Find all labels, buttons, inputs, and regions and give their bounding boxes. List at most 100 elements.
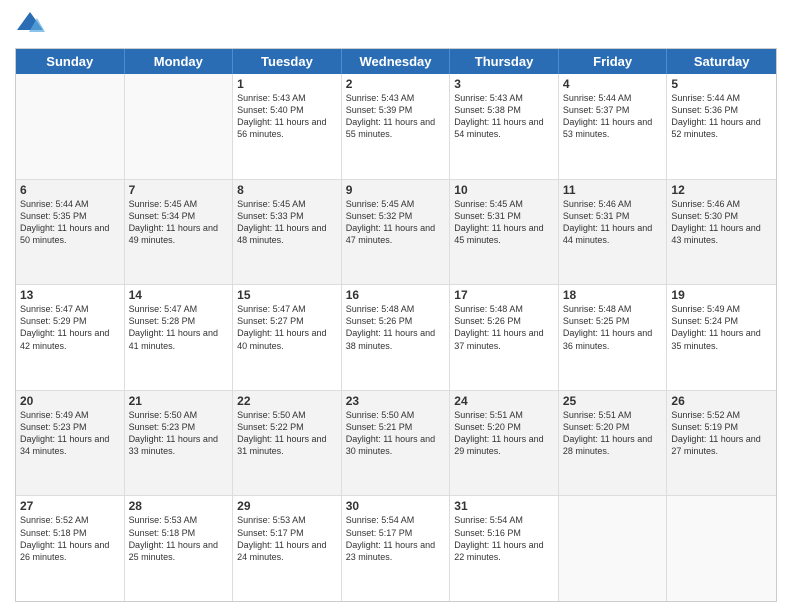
day-info: Sunrise: 5:46 AMSunset: 5:31 PMDaylight:…	[563, 198, 663, 247]
day-number: 8	[237, 183, 337, 197]
calendar-cell: 19Sunrise: 5:49 AMSunset: 5:24 PMDayligh…	[667, 285, 776, 390]
day-info: Sunrise: 5:52 AMSunset: 5:19 PMDaylight:…	[671, 409, 772, 458]
day-info: Sunrise: 5:48 AMSunset: 5:25 PMDaylight:…	[563, 303, 663, 352]
day-number: 10	[454, 183, 554, 197]
day-info: Sunrise: 5:53 AMSunset: 5:18 PMDaylight:…	[129, 514, 229, 563]
calendar: SundayMondayTuesdayWednesdayThursdayFrid…	[15, 48, 777, 602]
calendar-cell: 14Sunrise: 5:47 AMSunset: 5:28 PMDayligh…	[125, 285, 234, 390]
calendar-cell: 1Sunrise: 5:43 AMSunset: 5:40 PMDaylight…	[233, 74, 342, 179]
calendar-cell: 20Sunrise: 5:49 AMSunset: 5:23 PMDayligh…	[16, 391, 125, 496]
calendar-cell: 21Sunrise: 5:50 AMSunset: 5:23 PMDayligh…	[125, 391, 234, 496]
day-info: Sunrise: 5:47 AMSunset: 5:27 PMDaylight:…	[237, 303, 337, 352]
calendar-cell: 7Sunrise: 5:45 AMSunset: 5:34 PMDaylight…	[125, 180, 234, 285]
calendar-cell: 13Sunrise: 5:47 AMSunset: 5:29 PMDayligh…	[16, 285, 125, 390]
day-info: Sunrise: 5:53 AMSunset: 5:17 PMDaylight:…	[237, 514, 337, 563]
day-number: 18	[563, 288, 663, 302]
weekday-header: Saturday	[667, 49, 776, 74]
day-number: 5	[671, 77, 772, 91]
day-number: 27	[20, 499, 120, 513]
weekday-header: Friday	[559, 49, 668, 74]
calendar-cell: 24Sunrise: 5:51 AMSunset: 5:20 PMDayligh…	[450, 391, 559, 496]
calendar-cell	[125, 74, 234, 179]
day-number: 12	[671, 183, 772, 197]
day-number: 11	[563, 183, 663, 197]
day-info: Sunrise: 5:45 AMSunset: 5:31 PMDaylight:…	[454, 198, 554, 247]
calendar-row: 1Sunrise: 5:43 AMSunset: 5:40 PMDaylight…	[16, 74, 776, 180]
calendar-cell: 23Sunrise: 5:50 AMSunset: 5:21 PMDayligh…	[342, 391, 451, 496]
day-number: 24	[454, 394, 554, 408]
day-info: Sunrise: 5:43 AMSunset: 5:40 PMDaylight:…	[237, 92, 337, 141]
day-number: 2	[346, 77, 446, 91]
day-info: Sunrise: 5:44 AMSunset: 5:36 PMDaylight:…	[671, 92, 772, 141]
day-info: Sunrise: 5:50 AMSunset: 5:23 PMDaylight:…	[129, 409, 229, 458]
calendar-cell: 27Sunrise: 5:52 AMSunset: 5:18 PMDayligh…	[16, 496, 125, 601]
day-info: Sunrise: 5:51 AMSunset: 5:20 PMDaylight:…	[454, 409, 554, 458]
calendar-cell: 8Sunrise: 5:45 AMSunset: 5:33 PMDaylight…	[233, 180, 342, 285]
calendar-cell: 12Sunrise: 5:46 AMSunset: 5:30 PMDayligh…	[667, 180, 776, 285]
calendar-cell: 4Sunrise: 5:44 AMSunset: 5:37 PMDaylight…	[559, 74, 668, 179]
calendar-row: 6Sunrise: 5:44 AMSunset: 5:35 PMDaylight…	[16, 180, 776, 286]
calendar-body: 1Sunrise: 5:43 AMSunset: 5:40 PMDaylight…	[16, 74, 776, 601]
calendar-cell: 10Sunrise: 5:45 AMSunset: 5:31 PMDayligh…	[450, 180, 559, 285]
calendar-cell: 18Sunrise: 5:48 AMSunset: 5:25 PMDayligh…	[559, 285, 668, 390]
day-info: Sunrise: 5:54 AMSunset: 5:16 PMDaylight:…	[454, 514, 554, 563]
day-info: Sunrise: 5:47 AMSunset: 5:28 PMDaylight:…	[129, 303, 229, 352]
calendar-row: 27Sunrise: 5:52 AMSunset: 5:18 PMDayligh…	[16, 496, 776, 601]
logo-icon	[15, 10, 45, 40]
calendar-cell: 5Sunrise: 5:44 AMSunset: 5:36 PMDaylight…	[667, 74, 776, 179]
day-number: 14	[129, 288, 229, 302]
day-number: 9	[346, 183, 446, 197]
day-number: 25	[563, 394, 663, 408]
day-info: Sunrise: 5:44 AMSunset: 5:37 PMDaylight:…	[563, 92, 663, 141]
day-number: 29	[237, 499, 337, 513]
calendar-cell	[667, 496, 776, 601]
calendar-cell: 16Sunrise: 5:48 AMSunset: 5:26 PMDayligh…	[342, 285, 451, 390]
day-info: Sunrise: 5:52 AMSunset: 5:18 PMDaylight:…	[20, 514, 120, 563]
calendar-cell: 26Sunrise: 5:52 AMSunset: 5:19 PMDayligh…	[667, 391, 776, 496]
day-info: Sunrise: 5:50 AMSunset: 5:22 PMDaylight:…	[237, 409, 337, 458]
day-number: 22	[237, 394, 337, 408]
calendar-cell: 11Sunrise: 5:46 AMSunset: 5:31 PMDayligh…	[559, 180, 668, 285]
weekday-header: Wednesday	[342, 49, 451, 74]
day-info: Sunrise: 5:45 AMSunset: 5:34 PMDaylight:…	[129, 198, 229, 247]
day-info: Sunrise: 5:49 AMSunset: 5:23 PMDaylight:…	[20, 409, 120, 458]
weekday-header: Monday	[125, 49, 234, 74]
day-number: 16	[346, 288, 446, 302]
calendar-cell: 17Sunrise: 5:48 AMSunset: 5:26 PMDayligh…	[450, 285, 559, 390]
day-number: 6	[20, 183, 120, 197]
calendar-row: 13Sunrise: 5:47 AMSunset: 5:29 PMDayligh…	[16, 285, 776, 391]
calendar-cell: 30Sunrise: 5:54 AMSunset: 5:17 PMDayligh…	[342, 496, 451, 601]
calendar-cell: 25Sunrise: 5:51 AMSunset: 5:20 PMDayligh…	[559, 391, 668, 496]
weekday-header: Thursday	[450, 49, 559, 74]
day-number: 7	[129, 183, 229, 197]
calendar-cell: 2Sunrise: 5:43 AMSunset: 5:39 PMDaylight…	[342, 74, 451, 179]
day-number: 23	[346, 394, 446, 408]
day-info: Sunrise: 5:43 AMSunset: 5:39 PMDaylight:…	[346, 92, 446, 141]
calendar-cell: 6Sunrise: 5:44 AMSunset: 5:35 PMDaylight…	[16, 180, 125, 285]
day-info: Sunrise: 5:48 AMSunset: 5:26 PMDaylight:…	[454, 303, 554, 352]
day-info: Sunrise: 5:46 AMSunset: 5:30 PMDaylight:…	[671, 198, 772, 247]
day-info: Sunrise: 5:54 AMSunset: 5:17 PMDaylight:…	[346, 514, 446, 563]
day-number: 19	[671, 288, 772, 302]
day-info: Sunrise: 5:48 AMSunset: 5:26 PMDaylight:…	[346, 303, 446, 352]
weekday-header: Sunday	[16, 49, 125, 74]
day-number: 1	[237, 77, 337, 91]
page: SundayMondayTuesdayWednesdayThursdayFrid…	[0, 0, 792, 612]
calendar-cell: 15Sunrise: 5:47 AMSunset: 5:27 PMDayligh…	[233, 285, 342, 390]
day-number: 28	[129, 499, 229, 513]
calendar-cell: 28Sunrise: 5:53 AMSunset: 5:18 PMDayligh…	[125, 496, 234, 601]
day-number: 13	[20, 288, 120, 302]
logo	[15, 10, 49, 40]
calendar-cell: 3Sunrise: 5:43 AMSunset: 5:38 PMDaylight…	[450, 74, 559, 179]
day-number: 30	[346, 499, 446, 513]
day-number: 4	[563, 77, 663, 91]
day-info: Sunrise: 5:45 AMSunset: 5:32 PMDaylight:…	[346, 198, 446, 247]
day-number: 15	[237, 288, 337, 302]
header	[15, 10, 777, 40]
day-info: Sunrise: 5:44 AMSunset: 5:35 PMDaylight:…	[20, 198, 120, 247]
calendar-cell: 31Sunrise: 5:54 AMSunset: 5:16 PMDayligh…	[450, 496, 559, 601]
calendar-cell	[559, 496, 668, 601]
day-number: 26	[671, 394, 772, 408]
calendar-cell: 22Sunrise: 5:50 AMSunset: 5:22 PMDayligh…	[233, 391, 342, 496]
day-info: Sunrise: 5:43 AMSunset: 5:38 PMDaylight:…	[454, 92, 554, 141]
